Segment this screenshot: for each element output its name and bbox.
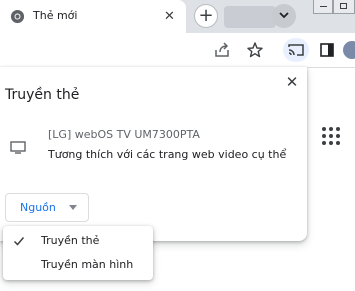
blurred-region: [224, 6, 276, 28]
checkmark-icon: [13, 237, 25, 246]
toolbar: [0, 33, 355, 68]
avatar[interactable]: [343, 41, 355, 59]
tv-icon: [10, 139, 26, 154]
side-panel-icon[interactable]: [318, 41, 336, 59]
menu-item-label: Truyền thẻ: [41, 234, 100, 247]
plus-icon: +: [198, 5, 214, 26]
menu-item-cast-screen[interactable]: Truyền màn hình: [3, 254, 153, 276]
tab-search-button[interactable]: [272, 4, 296, 28]
dialog-title: Truyền thẻ: [5, 87, 80, 103]
caret-down-icon: [69, 205, 77, 210]
maximize-button[interactable]: [333, 0, 355, 14]
share-icon[interactable]: [213, 41, 231, 59]
source-menu: Truyền thẻ Truyền màn hình: [3, 226, 153, 280]
source-button[interactable]: Nguồn: [5, 193, 89, 222]
tab-strip: Thẻ mới ✕ +: [0, 0, 355, 33]
cast-sink-item[interactable]: [LG] webOS TV UM7300PTA Tương thích với …: [0, 119, 307, 169]
menu-item-cast-tab[interactable]: Truyền thẻ: [3, 230, 153, 252]
close-icon[interactable]: ✕: [284, 74, 300, 90]
sink-status: Tương thích với các trang web video cụ t…: [48, 148, 287, 161]
sink-name: [LG] webOS TV UM7300PTA: [48, 128, 200, 141]
tab-new-tab[interactable]: Thẻ mới ✕: [0, 0, 186, 33]
source-button-label: Nguồn: [20, 201, 56, 214]
cast-button[interactable]: [283, 38, 309, 62]
tab-title: Thẻ mới: [33, 9, 78, 22]
cast-dialog: Truyền thẻ ✕ [LG] webOS TV UM7300PTA Tươ…: [0, 67, 307, 241]
close-icon[interactable]: ✕: [162, 9, 177, 24]
cast-icon: [288, 44, 304, 56]
chevron-down-icon: [279, 12, 289, 19]
chrome-icon: [10, 9, 25, 24]
new-tab-button[interactable]: +: [194, 4, 218, 28]
apps-grid-icon[interactable]: [322, 127, 340, 145]
star-icon[interactable]: [246, 41, 264, 59]
menu-item-label: Truyền màn hình: [41, 258, 134, 271]
minimize-button[interactable]: [313, 0, 333, 14]
